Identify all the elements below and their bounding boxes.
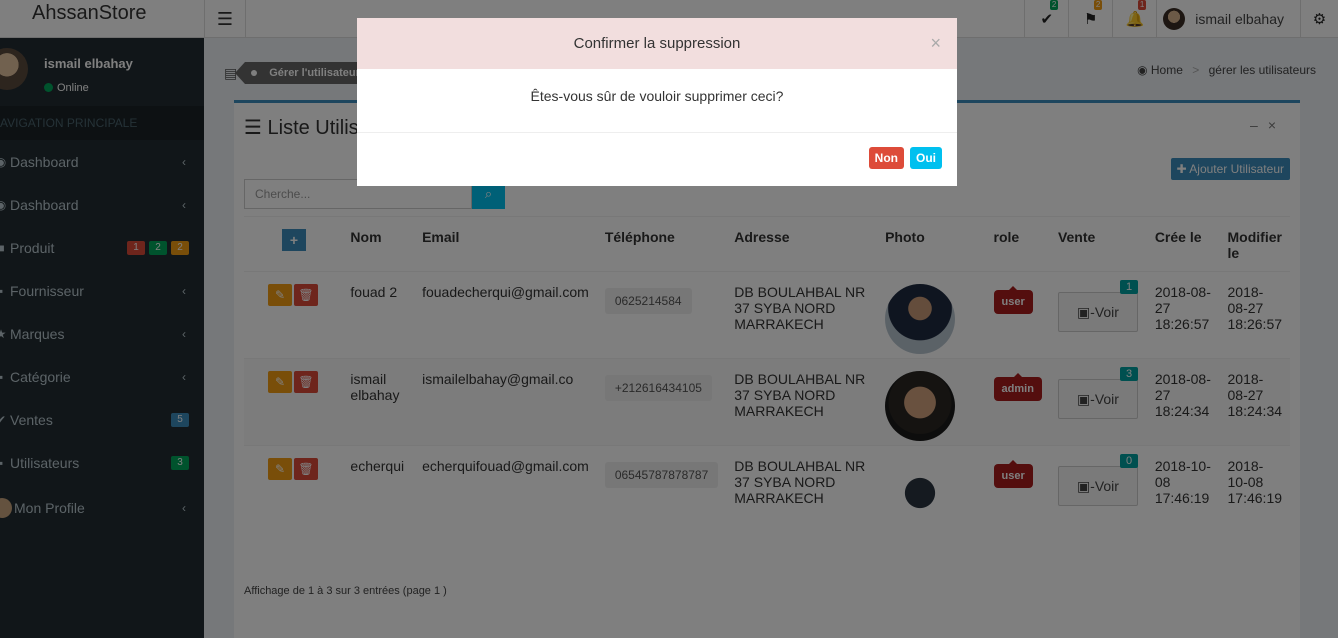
close-icon[interactable]: × bbox=[930, 18, 941, 69]
no-button[interactable]: Non bbox=[868, 147, 904, 169]
modal-title: Confirmer la suppression bbox=[573, 35, 741, 52]
modal-message: Êtes-vous sûr de vouloir supprimer ceci? bbox=[357, 69, 957, 133]
confirm-delete-modal: Confirmer la suppression × Êtes-vous sûr… bbox=[357, 18, 957, 186]
yes-button[interactable]: Oui bbox=[910, 147, 942, 169]
modal-header: Confirmer la suppression × bbox=[357, 18, 957, 69]
modal-footer: Non Oui bbox=[357, 133, 957, 186]
